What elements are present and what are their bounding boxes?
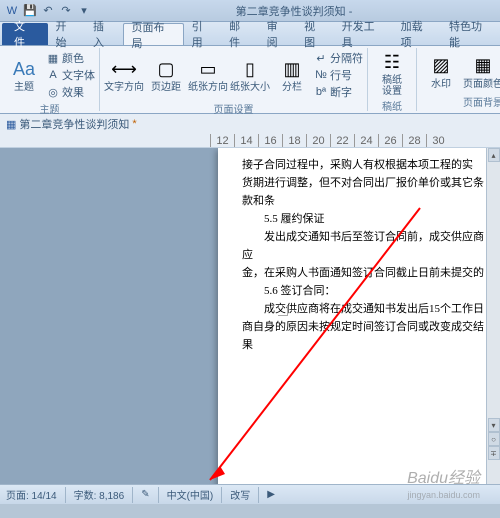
status-overtype[interactable]: 改写 <box>230 487 259 503</box>
effects-icon: ◎ <box>46 85 60 99</box>
text-direction-button[interactable]: ⟷文字方向 <box>104 50 144 100</box>
body-text: 发出成交通知书后至签订合同前，成交供应商应 <box>242 228 492 264</box>
pagecolor-button[interactable]: ▦页面颜色 <box>463 50 500 93</box>
tab-addins[interactable]: 加载项 <box>393 23 441 45</box>
break-icon: ↵ <box>314 51 328 65</box>
tab-references[interactable]: 引用 <box>184 23 222 45</box>
theme-effects[interactable]: ◎效果 <box>46 84 95 100</box>
tab-mailings[interactable]: 邮件 <box>221 23 259 45</box>
status-page[interactable]: 页面: 14/14 <box>6 487 66 503</box>
fonts-icon: A <box>46 68 60 82</box>
size-icon: ▯ <box>238 57 262 81</box>
word-icon: W <box>4 3 20 19</box>
next-page-icon[interactable]: ∓ <box>488 446 500 460</box>
quick-access-toolbar: W 💾 ↶ ↷ ▾ <box>4 3 92 19</box>
baidu-watermark-url: jingyan.baidu.com <box>407 490 480 500</box>
tab-home[interactable]: 开始 <box>48 23 86 45</box>
tab-special[interactable]: 特色功能 <box>441 23 500 45</box>
orientation-button[interactable]: ▭纸张方向 <box>188 50 228 100</box>
tab-developer[interactable]: 开发工具 <box>334 23 393 45</box>
hyphen-icon: bª <box>314 85 328 99</box>
themes-icon: Aa <box>12 57 36 81</box>
group-pagebg: ▨水印 ▦页面颜色 ▢页面边框 页面背景 <box>417 48 500 111</box>
body-text: 金，在采购人书面通知签订合同截止日前未提交的 <box>242 264 492 282</box>
manuscript-icon: ☷ <box>380 50 404 74</box>
status-wordcount[interactable]: 字数: 8,186 <box>74 487 134 503</box>
manuscript-button[interactable]: ☷稿纸 设置 <box>372 50 412 97</box>
dropdown-icon[interactable]: ▾ <box>76 3 92 19</box>
save-icon[interactable]: 💾 <box>22 3 38 19</box>
body-text: 5.5 履约保证 <box>242 210 492 228</box>
group-manuscript: ☷稿纸 设置 稿纸 <box>368 48 417 111</box>
watermark-icon: ▨ <box>429 54 453 78</box>
horizontal-ruler[interactable]: 12141618202224262830 <box>0 134 500 148</box>
scroll-up-icon[interactable]: ▴ <box>488 148 500 162</box>
linenum-button[interactable]: №行号 <box>314 67 363 83</box>
status-macro-icon[interactable]: ▶ <box>267 487 283 503</box>
document-page[interactable]: 接子合同过程中，采购人有权根据本项工程的实 货期进行调整，但不对合同出厂报价单价… <box>218 148 500 490</box>
scroll-down-icon[interactable]: ▾ <box>488 418 500 432</box>
breaks-button[interactable]: ↵分隔符 <box>314 50 363 66</box>
theme-colors[interactable]: ▦颜色 <box>46 50 95 66</box>
undo-icon[interactable]: ↶ <box>40 3 56 19</box>
vertical-scrollbar[interactable]: ▴ ▾ ○ ∓ <box>486 148 500 490</box>
document-tab[interactable]: ▦ 第二章竞争性谈判须知 * <box>6 116 137 132</box>
ribbon: Aa 主题 ▦颜色 A文字体 ◎效果 主题 ⟷文字方向 ▢页边距 ▭纸张方向 ▯… <box>0 46 500 114</box>
cols-icon: ▥ <box>280 57 304 81</box>
watermark-button[interactable]: ▨水印 <box>421 50 461 93</box>
group-pagesetup: ⟷文字方向 ▢页边距 ▭纸张方向 ▯纸张大小 ▥分栏 ↵分隔符 №行号 bª断字… <box>100 48 368 111</box>
tab-pagelayout[interactable]: 页面布局 <box>123 23 184 45</box>
size-button[interactable]: ▯纸张大小 <box>230 50 270 100</box>
browse-object-icon[interactable]: ○ <box>488 432 500 446</box>
group-themes: Aa 主题 ▦颜色 A文字体 ◎效果 主题 <box>0 48 100 111</box>
ribbon-tabs: 文件 开始 插入 页面布局 引用 邮件 审阅 视图 开发工具 加载项 特色功能 <box>0 22 500 46</box>
window-title: 第二章竞争性谈判须知 - <box>92 3 496 19</box>
document-tabs: ▦ 第二章竞争性谈判须知 * <box>0 114 500 134</box>
tab-view[interactable]: 视图 <box>296 23 334 45</box>
themes-button[interactable]: Aa 主题 <box>4 50 44 100</box>
ruler-marks: 12141618202224262830 <box>210 134 450 148</box>
body-text: 货期进行调整，但不对合同出厂报价单价或其它条款和条 <box>242 174 492 210</box>
textdir-icon: ⟷ <box>112 57 136 81</box>
orient-icon: ▭ <box>196 57 220 81</box>
status-proofing-icon[interactable]: ✎ <box>141 487 158 503</box>
redo-icon[interactable]: ↷ <box>58 3 74 19</box>
tab-review[interactable]: 审阅 <box>259 23 297 45</box>
workspace: 接子合同过程中，采购人有权根据本项工程的实 货期进行调整，但不对合同出厂报价单价… <box>0 148 500 490</box>
body-text: 5.6 签订合同： <box>242 282 492 300</box>
margins-button[interactable]: ▢页边距 <box>146 50 186 100</box>
baidu-watermark: Baidu经验 <box>407 464 480 488</box>
page-end-mark <box>278 306 288 316</box>
colors-icon: ▦ <box>46 51 60 65</box>
body-text: 接子合同过程中，采购人有权根据本项工程的实 <box>242 156 492 174</box>
theme-fonts[interactable]: A文字体 <box>46 67 95 83</box>
tab-insert[interactable]: 插入 <box>85 23 123 45</box>
margins-icon: ▢ <box>154 57 178 81</box>
linenum-icon: № <box>314 68 328 82</box>
word-doc-icon: ▦ <box>6 118 16 131</box>
columns-button[interactable]: ▥分栏 <box>272 50 312 100</box>
hyphen-button[interactable]: bª断字 <box>314 84 363 100</box>
pagecolor-icon: ▦ <box>471 54 495 78</box>
status-language[interactable]: 中文(中国) <box>167 487 223 503</box>
file-tab[interactable]: 文件 <box>2 23 48 45</box>
body-text: 商自身的原因未按规定时间签订合同或改变成交结果 <box>242 318 492 354</box>
